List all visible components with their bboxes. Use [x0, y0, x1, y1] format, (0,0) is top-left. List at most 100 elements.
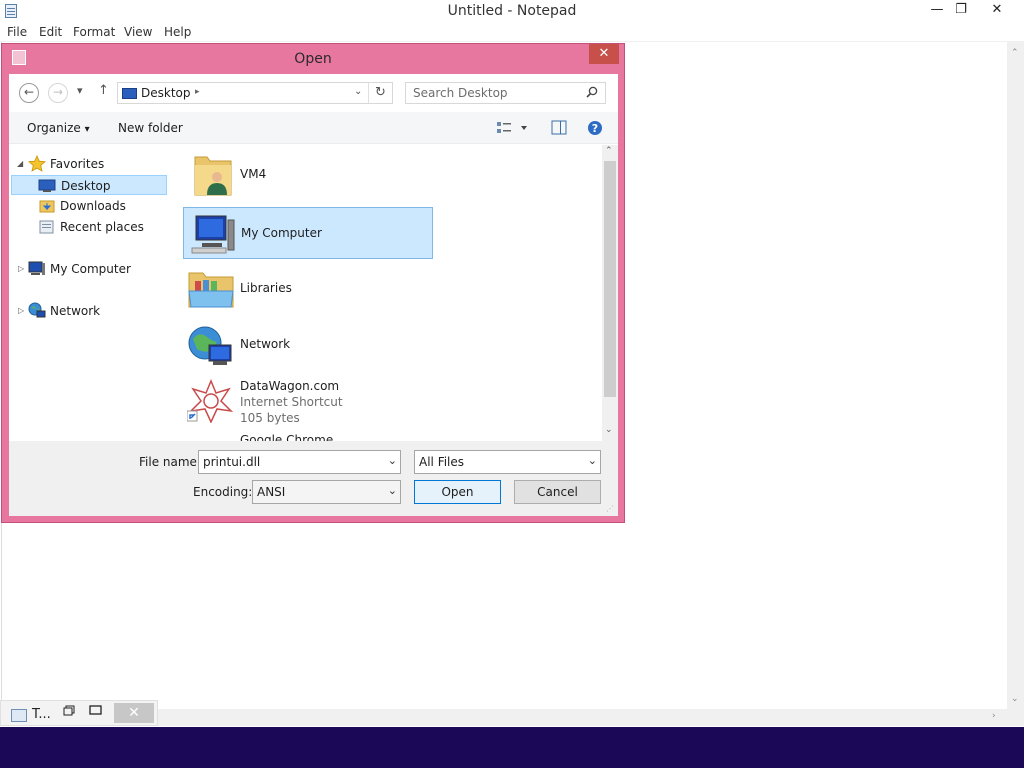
file-name-value: printui.dll: [203, 455, 261, 469]
scroll-up-icon[interactable]: ⌃: [605, 146, 613, 156]
search-placeholder: Search Desktop: [413, 86, 508, 100]
address-bar[interactable]: Desktop ▸ ⌄ ↻: [117, 82, 393, 104]
address-location[interactable]: Desktop: [141, 86, 191, 100]
organize-label: Organize: [27, 121, 81, 135]
nav-recent-places-label: Recent places: [60, 220, 144, 234]
file-list: VM4 My Computer Libraries Network DataWa…: [175, 145, 602, 441]
task-manager-icon: [11, 709, 27, 722]
collapsed-arrow-icon[interactable]: ▷: [18, 264, 24, 273]
scroll-right-icon[interactable]: ›: [992, 711, 996, 721]
nav-favorites-label: Favorites: [50, 157, 105, 171]
desktop-icon: [38, 179, 56, 192]
menu-help[interactable]: Help: [164, 25, 191, 39]
refresh-button[interactable]: ↻: [368, 83, 392, 103]
file-item-network[interactable]: Network: [183, 319, 433, 371]
network-icon: [188, 326, 232, 365]
dialog-titlebar: Open ✕: [2, 44, 624, 74]
new-folder-button[interactable]: New folder: [118, 121, 183, 135]
change-view-icon[interactable]: [496, 120, 530, 136]
close-button[interactable]: ✕: [982, 0, 1012, 22]
open-button[interactable]: Open: [414, 480, 501, 504]
organize-dropdown-icon: ▾: [84, 124, 90, 135]
scroll-up-icon[interactable]: ⌃: [1011, 48, 1019, 58]
preview-pane-icon[interactable]: [551, 120, 567, 136]
chevron-down-icon[interactable]: ⌄: [388, 484, 397, 497]
search-box[interactable]: Search Desktop: [405, 82, 606, 104]
recent-places-icon: [39, 220, 54, 234]
chevron-down-icon[interactable]: ⌄: [388, 454, 397, 467]
nav-recent-places[interactable]: Recent places: [9, 217, 169, 237]
notepad-title: Untitled - Notepad: [447, 3, 577, 19]
navigation-pane: ◢ Favorites Desktop Downloads Recent pla…: [9, 145, 174, 441]
computer-icon: [191, 215, 235, 254]
nav-network-label: Network: [50, 304, 101, 318]
downloads-folder-icon: [39, 200, 55, 213]
scrollbar-thumb[interactable]: [604, 161, 616, 397]
collapsed-arrow-icon[interactable]: ▷: [18, 306, 24, 315]
menu-file[interactable]: File: [7, 25, 27, 39]
file-name: DataWagon.com: [240, 379, 340, 393]
svg-text:?: ?: [592, 122, 598, 135]
open-dialog: Open ✕ ← → ▾ ↑ Desktop ▸ ⌄ ↻ Search Desk…: [1, 43, 625, 523]
file-name: Network: [240, 337, 291, 351]
navigation-bar: ← → ▾ ↑ Desktop ▸ ⌄ ↻ Search Desktop: [9, 74, 618, 112]
notepad-horizontal-scrollbar[interactable]: ›: [158, 709, 1024, 726]
file-name: Libraries: [240, 281, 292, 295]
internet-shortcut-icon: [187, 379, 234, 423]
file-name-input[interactable]: printui.dll ⌄: [198, 450, 401, 474]
file-name: My Computer: [241, 226, 322, 240]
nav-network[interactable]: ▷ Network: [9, 301, 169, 321]
file-item-google-chrome[interactable]: Google Chrome: [183, 431, 433, 441]
search-icon: [586, 86, 598, 98]
file-item-datawagon[interactable]: DataWagon.com Internet Shortcut 105 byte…: [183, 375, 433, 427]
nav-downloads-label: Downloads: [60, 199, 126, 213]
minimized-window[interactable]: T... ✕: [0, 700, 158, 726]
address-dropdown-icon[interactable]: ⌄: [354, 86, 362, 97]
breadcrumb-chevron-icon[interactable]: ▸: [195, 87, 200, 97]
file-item-my-computer[interactable]: My Computer: [183, 207, 433, 259]
back-button[interactable]: ←: [19, 83, 39, 103]
menu-format[interactable]: Format: [73, 25, 115, 39]
command-toolbar: Organize ▾ New folder ?: [9, 112, 618, 144]
nav-downloads[interactable]: Downloads: [9, 196, 169, 216]
nav-favorites[interactable]: ◢ Favorites: [9, 154, 169, 174]
up-button[interactable]: ↑: [98, 83, 109, 98]
notepad-menubar: File Edit Format View Help: [0, 23, 1024, 42]
file-type-select[interactable]: All Files ⌄: [414, 450, 601, 474]
chevron-down-icon[interactable]: ⌄: [588, 454, 597, 467]
cancel-button[interactable]: Cancel: [514, 480, 601, 504]
file-type-value: All Files: [419, 455, 465, 469]
nav-desktop-label: Desktop: [61, 179, 111, 193]
user-folder-icon: [194, 156, 232, 196]
encoding-select[interactable]: ANSI ⌄: [252, 480, 401, 504]
menu-edit[interactable]: Edit: [39, 25, 62, 39]
nav-desktop[interactable]: Desktop: [11, 175, 167, 195]
dialog-footer: File name: printui.dll ⌄ All Files ⌄ Enc…: [9, 441, 618, 516]
restore-button[interactable]: ❐: [946, 0, 976, 22]
organize-button[interactable]: Organize ▾: [27, 121, 90, 135]
resize-grip-icon[interactable]: ⋰: [606, 504, 616, 514]
libraries-folder-icon: [188, 272, 234, 308]
help-icon[interactable]: ?: [587, 120, 603, 136]
dialog-title: Open: [294, 51, 332, 67]
star-icon: [28, 155, 46, 172]
restore-icon[interactable]: [63, 705, 77, 717]
menu-view[interactable]: View: [124, 25, 152, 39]
file-list-scrollbar[interactable]: ⌃ ⌄: [602, 145, 618, 441]
expanded-arrow-icon[interactable]: ◢: [17, 159, 23, 168]
minimized-close-button[interactable]: ✕: [114, 703, 154, 723]
nav-my-computer[interactable]: ▷ My Computer: [9, 259, 169, 279]
scroll-down-icon[interactable]: ⌄: [1011, 694, 1019, 704]
desktop-bottom-band: [0, 727, 1024, 768]
scroll-down-icon[interactable]: ⌄: [605, 425, 613, 435]
recent-locations-button[interactable]: ▾: [77, 84, 83, 97]
file-item-libraries[interactable]: Libraries: [183, 263, 433, 315]
dialog-close-button[interactable]: ✕: [589, 44, 619, 64]
forward-button[interactable]: →: [48, 83, 68, 103]
file-item-vm4[interactable]: VM4: [183, 149, 433, 201]
encoding-label: Encoding:: [193, 485, 253, 499]
file-size: 105 bytes: [240, 411, 300, 425]
nav-my-computer-label: My Computer: [50, 262, 131, 276]
maximize-icon[interactable]: [89, 705, 103, 717]
notepad-vertical-scrollbar[interactable]: ⌃ ⌄: [1007, 42, 1024, 709]
